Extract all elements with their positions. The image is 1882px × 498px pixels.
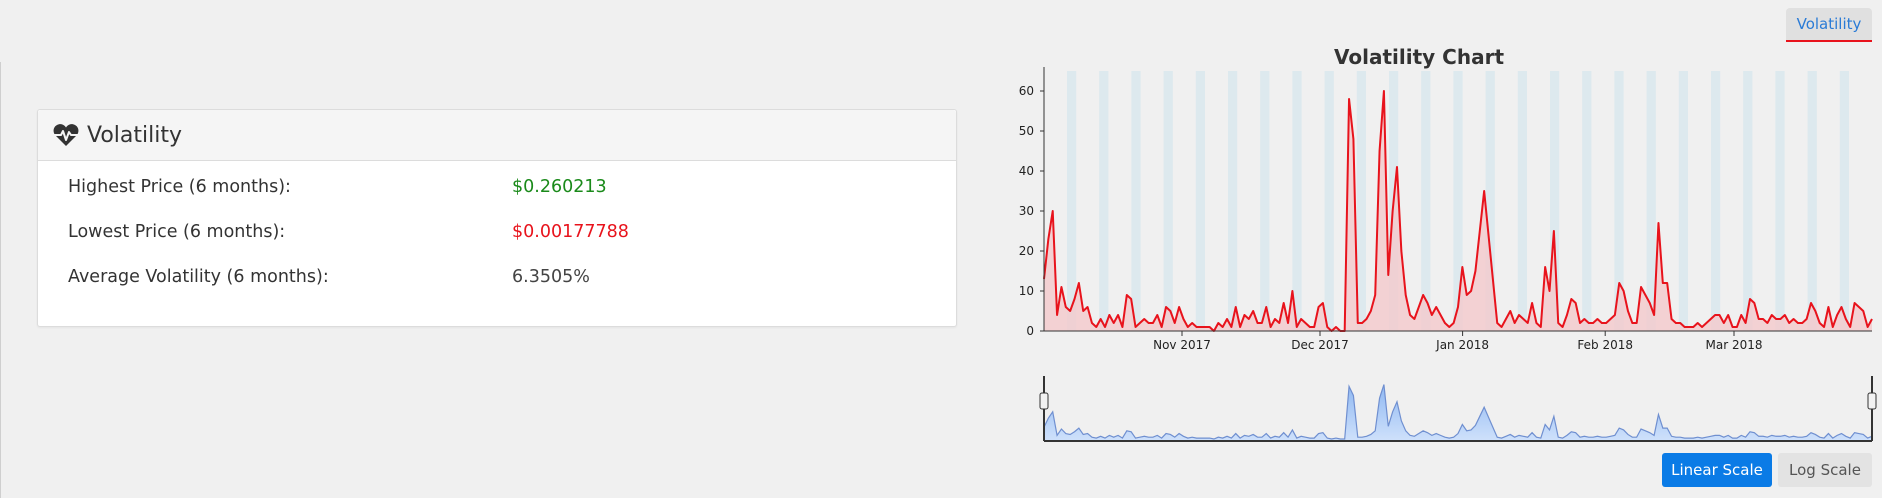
weekend-band bbox=[1743, 71, 1753, 331]
weekend-band bbox=[1099, 71, 1109, 331]
heartbeat-icon bbox=[53, 124, 79, 146]
x-axis: Nov 2017 Dec 2017 Jan 2018 Feb 2018 Mar 2018 bbox=[1153, 331, 1763, 352]
weekend-band bbox=[1292, 71, 1302, 331]
y-tick-label: 50 bbox=[1019, 124, 1034, 138]
stat-value-average-volatility: 6.3505% bbox=[512, 267, 590, 287]
stat-value-lowest-price: $0.00177788 bbox=[512, 222, 629, 242]
navigator-handle-right[interactable] bbox=[1867, 392, 1877, 410]
volatility-panel: Volatility Highest Price (6 months): $0.… bbox=[37, 109, 957, 327]
stats-list: Highest Price (6 months): $0.260213 Lowe… bbox=[38, 161, 956, 302]
weekend-band bbox=[1163, 71, 1173, 331]
log-scale-button[interactable]: Log Scale bbox=[1778, 453, 1872, 487]
stat-row-lowest-price: Lowest Price (6 months): $0.00177788 bbox=[38, 212, 956, 257]
x-tick-label: Feb 2018 bbox=[1577, 338, 1633, 352]
weekend-bands bbox=[1067, 71, 1849, 331]
weekend-band bbox=[1260, 71, 1270, 331]
weekend-band bbox=[1807, 71, 1817, 331]
x-tick-label: Mar 2018 bbox=[1706, 338, 1763, 352]
stat-label: Highest Price (6 months): bbox=[68, 177, 291, 197]
weekend-band bbox=[1228, 71, 1238, 331]
weekend-band bbox=[1324, 71, 1334, 331]
weekend-band bbox=[1678, 71, 1688, 331]
stat-row-highest-price: Highest Price (6 months): $0.260213 bbox=[38, 167, 956, 212]
stat-label: Lowest Price (6 months): bbox=[68, 222, 286, 242]
volatility-chart[interactable]: Volatility Chart 0 10 20 30 40 50 60 Nov 2017 D… bbox=[1000, 40, 1880, 452]
x-tick-label: Nov 2017 bbox=[1153, 338, 1211, 352]
x-tick-label: Jan 2018 bbox=[1435, 338, 1489, 352]
range-navigator[interactable] bbox=[1039, 376, 1877, 442]
weekend-band bbox=[1775, 71, 1785, 331]
panel-header: Volatility bbox=[38, 110, 956, 161]
linear-scale-button[interactable]: Linear Scale bbox=[1662, 453, 1772, 487]
y-tick-label: 0 bbox=[1026, 324, 1034, 338]
weekend-band bbox=[1839, 71, 1849, 331]
weekend-band bbox=[1356, 71, 1366, 331]
y-axis: 0 10 20 30 40 50 60 bbox=[1019, 84, 1044, 338]
y-tick-label: 20 bbox=[1019, 244, 1034, 258]
y-tick-label: 10 bbox=[1019, 284, 1034, 298]
weekend-band bbox=[1131, 71, 1141, 331]
stat-value-highest-price: $0.260213 bbox=[512, 177, 607, 197]
weekend-band bbox=[1067, 71, 1077, 331]
weekend-band bbox=[1195, 71, 1205, 331]
tab-volatility[interactable]: Volatility bbox=[1786, 8, 1872, 42]
weekend-band bbox=[1421, 71, 1431, 331]
y-tick-label: 40 bbox=[1019, 164, 1034, 178]
weekend-band bbox=[1711, 71, 1721, 331]
chart-title: Volatility Chart bbox=[1334, 45, 1504, 69]
x-tick-label: Dec 2017 bbox=[1291, 338, 1349, 352]
stat-row-average-volatility: Average Volatility (6 months): 6.3505% bbox=[38, 257, 956, 302]
y-tick-label: 30 bbox=[1019, 204, 1034, 218]
navigator-series-line bbox=[1043, 384, 1873, 440]
weekend-band bbox=[1582, 71, 1592, 331]
left-divider bbox=[0, 62, 1, 498]
stat-label: Average Volatility (6 months): bbox=[68, 267, 329, 287]
panel-title: Volatility bbox=[87, 122, 183, 148]
navigator-handle-left[interactable] bbox=[1039, 392, 1049, 410]
y-tick-label: 60 bbox=[1019, 84, 1034, 98]
weekend-band bbox=[1517, 71, 1527, 331]
